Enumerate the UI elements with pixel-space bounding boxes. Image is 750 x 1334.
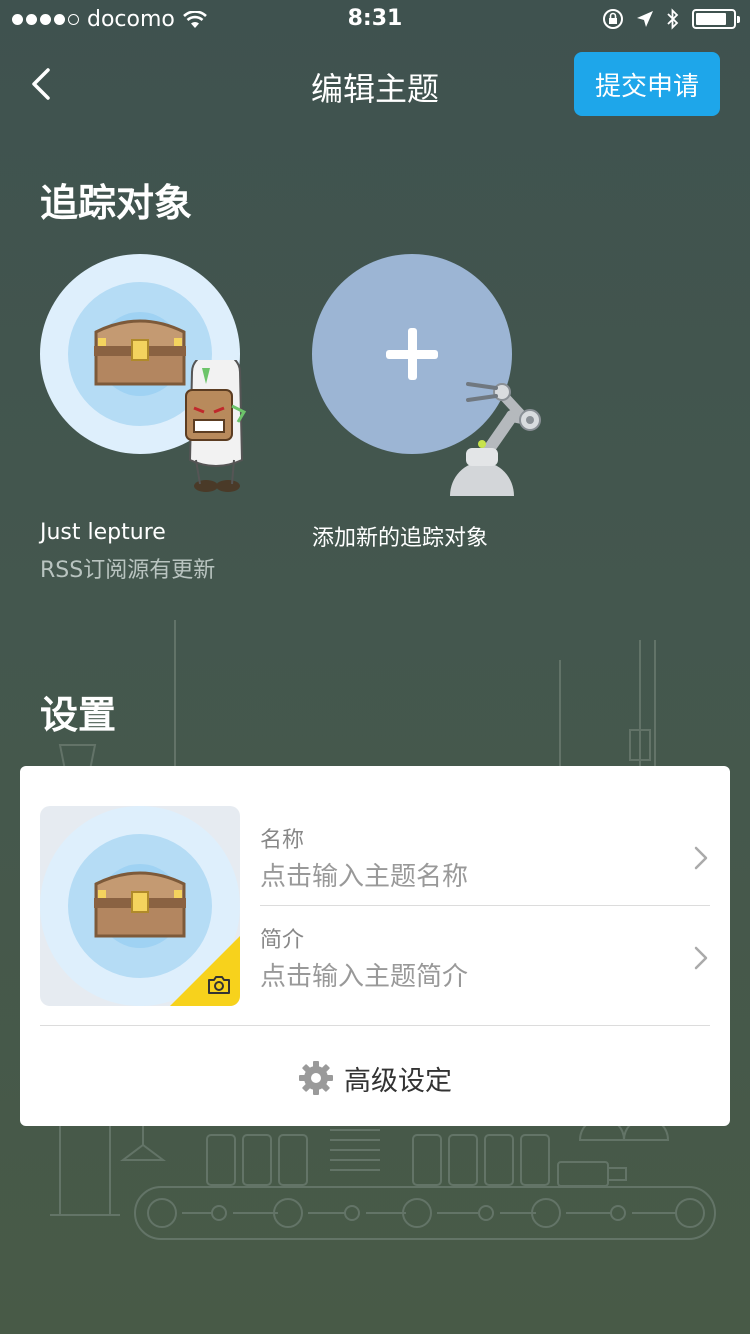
battery-icon [692,9,740,29]
robot-arm-icon [450,382,541,496]
navigation-bar: 编辑主题 提交申请 [0,50,750,120]
settings-section-title: 设置 [40,693,117,737]
camera-icon [208,976,230,994]
location-arrow-icon [637,11,653,27]
gear-icon [299,1061,333,1095]
tracking-section-title: 追踪对象 [40,181,193,225]
name-placeholder: 点击输入主题名称 [260,862,469,892]
chevron-right-icon [694,946,708,970]
status-bar: docomo 8:31 [0,0,750,40]
submit-button[interactable]: 提交申请 [574,52,720,116]
intro-placeholder: 点击输入主题简介 [260,962,469,992]
topic-name-row[interactable]: 名称 点击输入主题名称 [260,806,710,906]
tiki-mascot-icon [185,360,247,492]
chevron-right-icon [694,846,708,870]
advanced-settings-label: 高级设定 [344,1065,452,1097]
card-divider [40,1025,710,1026]
advanced-settings-button[interactable]: 高级设定 [20,1038,730,1118]
rotation-lock-icon [603,9,623,29]
tracked-target-name: Just lepture [40,520,166,545]
bluetooth-icon [667,8,679,30]
intro-label: 简介 [260,928,305,953]
tracked-target-subtitle: RSS订阅源有更新 [40,558,216,583]
topic-intro-row[interactable]: 简介 点击输入主题简介 [260,906,710,1006]
settings-card: 名称 点击输入主题名称 简介 点击输入主题简介 高级设定 [20,766,730,1126]
add-target-label: 添加新的追踪对象 [312,526,489,551]
topic-cover-image[interactable] [40,806,240,1006]
name-label: 名称 [260,828,305,853]
